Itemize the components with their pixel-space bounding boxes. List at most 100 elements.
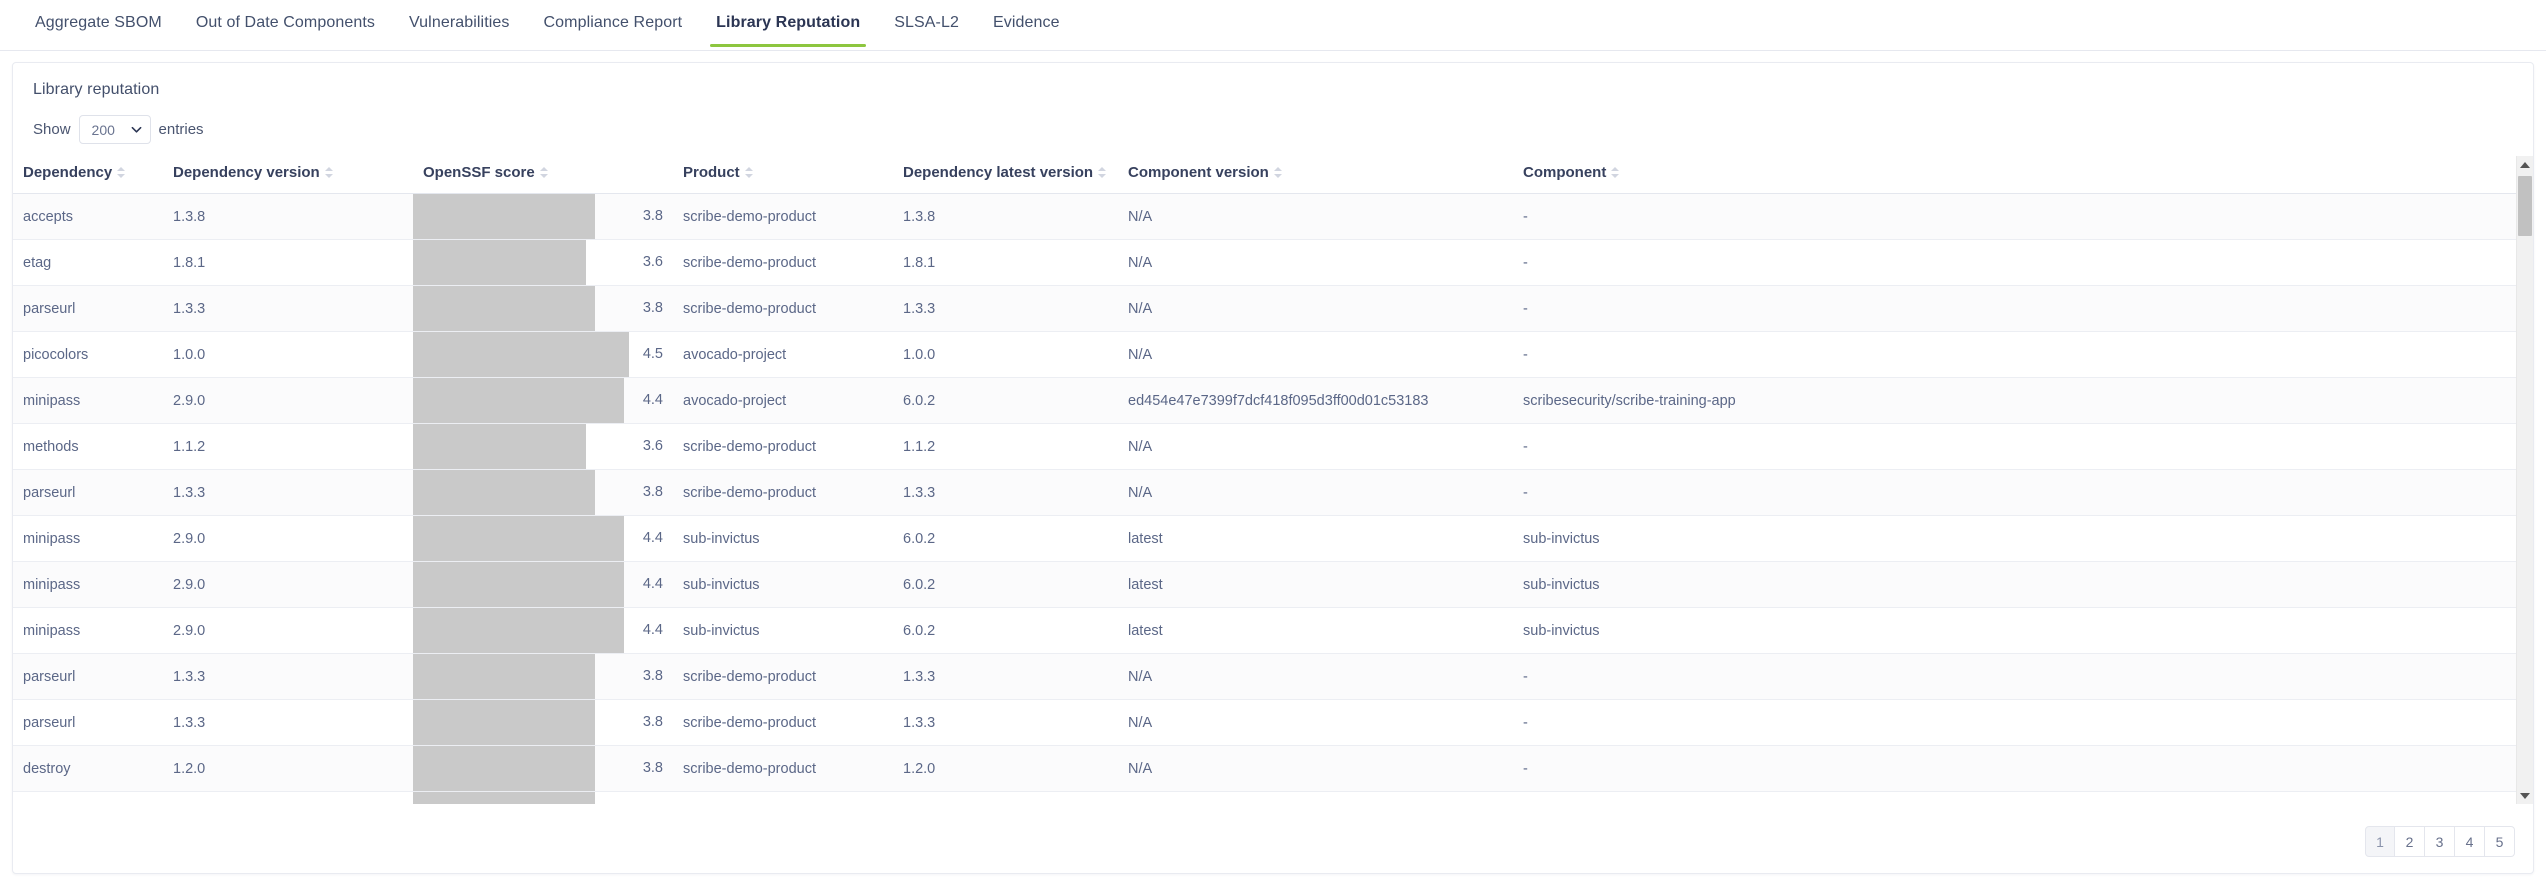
page-button-label: 2 (2405, 833, 2414, 850)
column-header-inner: Component version (1128, 164, 1282, 181)
table-row[interactable]: parseurl1.3.33.8scribe-demo-product1.3.3… (13, 791, 2533, 804)
tab-slsa-l2[interactable]: SLSA-L2 (877, 0, 976, 47)
cell-text: 6.0.2 (903, 622, 936, 639)
cell-text: minipass (23, 622, 81, 639)
openssf-score-value: 4.4 (642, 622, 663, 638)
tab-vulnerabilities[interactable]: Vulnerabilities (392, 0, 527, 47)
openssf-score-bar (413, 516, 625, 561)
cell-dependency-version: 1.3.3 (163, 285, 413, 332)
sort-arrows-icon[interactable] (1273, 166, 1282, 179)
tab-out-of-date-components[interactable]: Out of Date Components (179, 0, 392, 47)
column-header-dependency-version[interactable]: Dependency version (163, 156, 413, 194)
cell-text: etag (23, 254, 52, 271)
openssf-score-value: 3.8 (642, 484, 663, 500)
sort-arrows-icon[interactable] (1611, 166, 1620, 179)
cell-dependency: minipass (13, 607, 163, 654)
table-row[interactable]: parseurl1.3.33.8scribe-demo-product1.3.3… (13, 699, 2533, 746)
openssf-score-value: 4.4 (642, 530, 663, 546)
cell-component: - (1513, 699, 2033, 746)
page-button-label: 4 (2465, 833, 2474, 850)
table-row[interactable]: parseurl1.3.33.8scribe-demo-product1.3.3… (13, 469, 2533, 516)
table-row[interactable]: accepts 1.3.8 3.8 scribe-demo-product 1.3.8 N… (13, 193, 2533, 240)
cell-dependency-latest-version: 1.2.0 (893, 745, 1118, 792)
column-header-dependency-latest-version[interactable]: Dependency latest version (893, 156, 1118, 194)
cell-dependency-version: 2.9.0 (163, 561, 413, 608)
cell-openssf-score: 4.5 (413, 331, 673, 378)
openssf-score-bar (413, 746, 596, 791)
cell-dependency-version: 1.0.0 (163, 331, 413, 378)
column-header-component-version[interactable]: Component version (1118, 156, 1513, 194)
cell-text: - (1523, 668, 1528, 685)
openssf-score-bar (413, 654, 596, 699)
column-header-dependency[interactable]: Dependency (13, 156, 163, 194)
openssf-score-gauge: 4.4 (413, 516, 663, 561)
cell-text: parseurl (23, 300, 76, 317)
column-header-product[interactable]: Product (673, 156, 893, 194)
cell-text: 2.9.0 (173, 392, 206, 409)
sort-arrows-icon[interactable] (324, 166, 333, 179)
cell-component: - (1513, 193, 2033, 240)
tab-label: SLSA-L2 (894, 14, 959, 31)
cell-component-version: 2ca436a1357f8d6f8026d55b8bbc6f4d0fa15f63 (1118, 791, 1513, 804)
cell-text: scribe-demo-product (683, 208, 816, 225)
cell-text: accepts (23, 208, 73, 225)
page-button-1[interactable]: 1 (2365, 826, 2395, 857)
cell-text: - (1523, 208, 1528, 225)
openssf-score-gauge: 4.5 (413, 332, 663, 377)
cell-openssf-score: 3.8 (413, 193, 673, 240)
tab-label: Vulnerabilities (409, 14, 510, 31)
cell-text: - (1523, 438, 1528, 455)
cell-product: scribe-demo-product (673, 469, 893, 516)
cell-openssf-score: 4.4 (413, 561, 673, 608)
table-row[interactable]: picocolors 1.0.0 4.5 avocado-project 1.0.0 N/… (13, 331, 2533, 378)
sort-arrows-icon[interactable] (744, 166, 753, 179)
tab-compliance-report[interactable]: Compliance Report (527, 0, 700, 47)
cell-text: parseurl (23, 714, 76, 731)
tab-evidence[interactable]: Evidence (976, 0, 1077, 47)
table-row[interactable]: minipass 2.9.0 4.4 sub-invictus 6.0.2 latest s… (13, 561, 2533, 608)
sort-arrows-icon[interactable] (1098, 166, 1107, 179)
table-row[interactable]: parseurl1.3.33.8scribe-demo-product1.3.3… (13, 653, 2533, 700)
page-button-2[interactable]: 2 (2395, 826, 2425, 857)
page-button-label: 3 (2435, 833, 2444, 850)
tab-aggregate-sbom[interactable]: Aggregate SBOM (18, 0, 179, 47)
entries-per-page-select[interactable]: 200 (78, 115, 151, 144)
table-row[interactable]: minipass 2.9.0 4.4 avocado-project 6.0.2 ed45… (13, 377, 2533, 424)
table-row[interactable]: parseurl1.3.33.8scribe-demo-product1.3.3… (13, 285, 2533, 332)
cell-openssf-score: 4.4 (413, 515, 673, 562)
scroll-up-arrow-icon[interactable] (2517, 156, 2533, 173)
cell-text: sub-invictus (1523, 530, 1600, 547)
scroll-thumb[interactable] (2518, 176, 2532, 236)
page-button-3[interactable]: 3 (2425, 826, 2455, 857)
tab-library-reputation[interactable]: Library Reputation (699, 0, 877, 47)
page-button-5[interactable]: 5 (2485, 826, 2515, 857)
table-row[interactable]: minipass 2.9.0 4.4 sub-invictus 6.0.2 latest s… (13, 607, 2533, 654)
column-header-inner: OpenSSF score (423, 164, 548, 181)
cell-dependency-latest-version: 1.3.3 (893, 653, 1118, 700)
vertical-scrollbar[interactable] (2516, 156, 2533, 804)
cell-spacer (2033, 423, 2533, 470)
cell-text: latest (1128, 576, 1163, 593)
page-button-4[interactable]: 4 (2455, 826, 2485, 857)
column-header-openssf-score[interactable]: OpenSSF score (413, 156, 673, 194)
cell-openssf-score: 3.8 (413, 469, 673, 516)
cell-dependency-latest-version: 1.0.0 (893, 331, 1118, 378)
table-row[interactable]: destroy 1.2.0 3.8 scribe-demo-product 1.2.0 N… (13, 745, 2533, 792)
column-header-label: OpenSSF score (423, 164, 535, 181)
cell-dependency: picocolors (13, 331, 163, 378)
cell-text: 1.0.0 (173, 346, 206, 363)
sort-arrows-icon[interactable] (539, 166, 548, 179)
cell-text: 2.9.0 (173, 576, 206, 593)
table-row[interactable]: methods 1.1.2 3.6 scribe-demo-product 1.1.2 N… (13, 423, 2533, 470)
scroll-down-arrow-icon[interactable] (2517, 787, 2533, 804)
cell-spacer (2033, 561, 2533, 608)
cell-text: parseurl (23, 668, 76, 685)
cell-openssf-score: 3.8 (413, 653, 673, 700)
table-row[interactable]: etag 1.8.1 3.6 scribe-demo-product 1.8.1 N/A - (13, 239, 2533, 286)
column-header-component[interactable]: Component (1513, 156, 2033, 194)
cell-component-version: latest (1118, 607, 1513, 654)
table-row[interactable]: minipass 2.9.0 4.4 sub-invictus 6.0.2 latest s… (13, 515, 2533, 562)
sort-arrows-icon[interactable] (117, 166, 126, 179)
column-header-inner: Component (1523, 164, 1620, 181)
cell-component-version: N/A (1118, 331, 1513, 378)
